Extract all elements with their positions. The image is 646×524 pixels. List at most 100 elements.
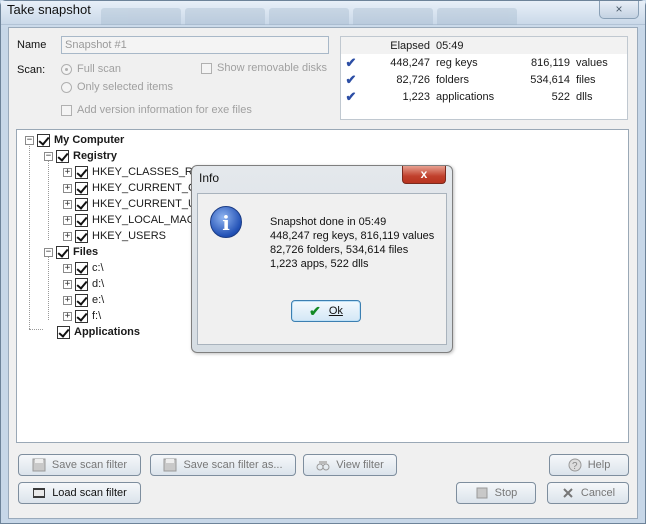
tree-node-registry[interactable]: − Registry [44, 149, 117, 163]
checkbox-checked[interactable] [37, 133, 50, 147]
show-removable-label: Show removable disks [217, 62, 328, 74]
checkbox-checked[interactable] [57, 325, 70, 339]
tree-node-drive-c[interactable]: + c:\ [63, 261, 104, 275]
window-title: Take snapshot [7, 2, 91, 17]
show-removable-checkbox[interactable]: Show removable disks [201, 62, 327, 74]
tree-node-my-computer[interactable]: − My Computer [25, 133, 124, 147]
tree-label: d:\ [92, 278, 105, 290]
stats-header-row: Elapsed 05:49 [341, 37, 627, 54]
ok-button[interactable]: ✔ Ok [291, 300, 361, 322]
apps-label: applications [436, 90, 495, 103]
values-count: 816,119 [531, 56, 570, 69]
help-button[interactable]: ? Help [549, 454, 629, 476]
expand-icon[interactable]: + [63, 231, 72, 241]
stop-button[interactable]: Stop [456, 482, 536, 504]
check-icon: ✔ [345, 88, 357, 104]
button-label: Stop [494, 487, 518, 499]
tree-node-files[interactable]: − Files [44, 245, 98, 259]
checkbox-checked[interactable] [75, 293, 88, 307]
help-icon: ? [568, 458, 582, 472]
checkbox-checked[interactable] [75, 213, 88, 227]
checkmark-icon: ✔ [309, 302, 321, 319]
window-close-button[interactable]: × [599, 1, 639, 19]
expand-icon[interactable]: + [63, 295, 72, 305]
stats-row-folders: ✔ 82,726 folders 534,614 files [341, 71, 627, 88]
info-dialog: Info x i Snapshot done in 05:49 448,247 … [191, 165, 453, 353]
tree-node-applications[interactable]: Applications [57, 325, 140, 339]
checkbox-checked[interactable] [75, 165, 88, 179]
button-label: Cancel [580, 487, 616, 499]
floppy-disk-icon [163, 458, 177, 472]
radio-dot [61, 63, 72, 75]
dialog-close-button[interactable]: x [402, 166, 446, 184]
tree-node-hku[interactable]: + HKEY_USERS [63, 229, 166, 243]
dialog-body: i Snapshot done in 05:49 448,247 reg key… [197, 193, 447, 345]
checkbox-checked[interactable] [75, 181, 88, 195]
only-selected-label: Only selected items [77, 81, 173, 93]
tree-label: Applications [74, 326, 141, 338]
save-scan-filter-as-button[interactable]: Save scan filter as... [150, 454, 296, 476]
expand-icon[interactable]: + [63, 263, 72, 273]
tree-node-drive-f[interactable]: + f:\ [63, 309, 101, 323]
tree-label: e:\ [92, 294, 105, 306]
title-bar[interactable]: Take snapshot × [1, 1, 645, 25]
files-count: 534,614 [530, 73, 570, 86]
save-scan-filter-button[interactable]: Save scan filter [18, 454, 141, 476]
button-label: Save scan filter [51, 459, 128, 471]
cancel-button[interactable]: Cancel [547, 482, 629, 504]
checkbox-checked[interactable] [75, 277, 88, 291]
dlls-count: 522 [551, 90, 570, 103]
expand-icon[interactable]: + [63, 199, 72, 209]
checkbox-checked[interactable] [75, 309, 88, 323]
expand-icon[interactable]: + [63, 215, 72, 225]
checkbox-checked[interactable] [56, 149, 69, 163]
folders-count: 82,726 [396, 73, 430, 86]
stats-row-regkeys: ✔ 448,247 reg keys 816,119 values [341, 54, 627, 71]
tree-label: c:\ [92, 262, 104, 274]
tree-node-drive-d[interactable]: + d:\ [63, 277, 104, 291]
expand-icon[interactable]: + [63, 183, 72, 193]
message-line: Snapshot done in 05:49 [270, 216, 387, 228]
x-icon [561, 486, 575, 500]
expand-icon[interactable]: + [63, 311, 72, 321]
ok-label: Ok [328, 305, 343, 317]
name-label: Name [17, 39, 47, 51]
expand-icon[interactable]: + [63, 279, 72, 289]
folders-label: folders [436, 73, 470, 86]
message-line: 448,247 reg keys, 816,119 values [270, 230, 435, 242]
full-scan-radio[interactable]: Full scan [61, 63, 121, 75]
elapsed-label: Elapsed [361, 37, 433, 54]
view-filter-button[interactable]: View filter [303, 454, 397, 476]
background-tabs [101, 8, 517, 25]
open-file-icon [32, 486, 46, 500]
floppy-disk-icon [32, 458, 46, 472]
regkeys-label: reg keys [436, 56, 478, 69]
collapse-icon[interactable]: − [44, 247, 53, 257]
add-version-checkbox[interactable]: Add version information for exe files [61, 104, 252, 116]
checkbox-checked[interactable] [56, 245, 69, 259]
collapse-icon[interactable]: − [25, 135, 34, 145]
regkeys-count: 448,247 [390, 56, 430, 69]
load-scan-filter-button[interactable]: Load scan filter [18, 482, 141, 504]
checkbox-checked[interactable] [75, 229, 88, 243]
full-scan-label: Full scan [77, 63, 122, 75]
radio-dot [61, 81, 72, 93]
message-line: 1,223 apps, 522 dlls [270, 258, 369, 270]
check-icon: ✔ [345, 71, 357, 87]
only-selected-radio[interactable]: Only selected items [61, 81, 173, 93]
checkbox-box [201, 62, 212, 74]
checkbox-checked[interactable] [75, 261, 88, 275]
files-label: files [576, 73, 596, 86]
expand-icon[interactable]: + [63, 167, 72, 177]
button-label: Save scan filter as... [183, 459, 283, 471]
info-icon: i [210, 206, 242, 238]
binoculars-icon [316, 458, 330, 472]
dialog-message: Snapshot done in 05:49 448,247 reg keys,… [270, 215, 434, 271]
dlls-label: dlls [576, 90, 593, 103]
checkbox-checked[interactable] [75, 197, 88, 211]
snapshot-name-input[interactable] [61, 36, 329, 54]
add-version-label: Add version information for exe files [77, 104, 252, 116]
values-label: values [576, 56, 608, 69]
tree-node-drive-e[interactable]: + e:\ [63, 293, 104, 307]
collapse-icon[interactable]: − [44, 151, 53, 161]
